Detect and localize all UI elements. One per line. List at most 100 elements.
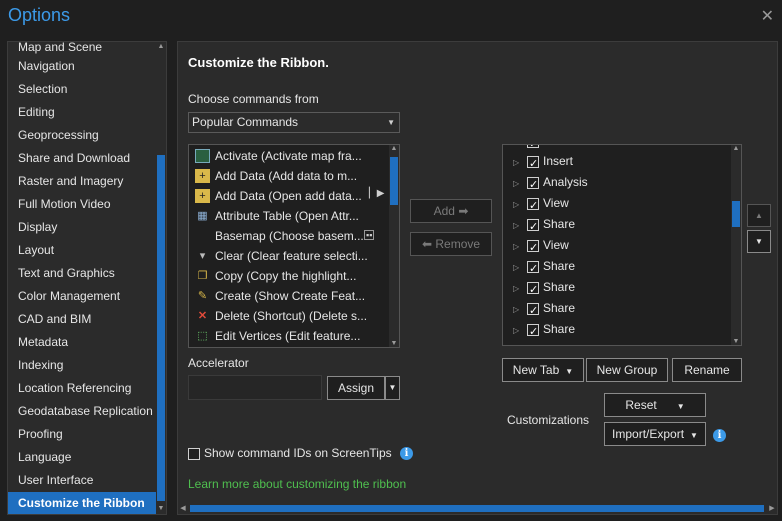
scroll-down-icon[interactable]: ▼ [156,504,166,514]
add-data-icon: + [195,168,210,183]
sidebar-item-user-interface[interactable]: User Interface [8,469,156,492]
checkbox[interactable] [527,238,539,259]
scroll-left-icon[interactable]: ◀ [178,503,188,514]
tree-item-analysis[interactable]: ▷Analysis [513,172,588,196]
sidebar-item-indexing[interactable]: Indexing [8,354,156,377]
list-item[interactable]: ✎ Create (Show Create Feat... [195,285,365,305]
checkbox[interactable] [527,301,539,322]
tree-item-share[interactable]: ▷Share [513,214,575,238]
sidebar-item-geodatabase-replication[interactable]: Geodatabase Replication [8,400,156,423]
tree-item-share[interactable]: ▷Share [513,256,575,280]
assign-dropdown-button[interactable]: ▼ [385,376,400,400]
checkbox[interactable] [527,175,539,196]
sidebar-item-editing[interactable]: Editing [8,101,156,124]
list-item[interactable]: Activate (Activate map fra... [195,145,365,165]
list-item[interactable]: + Add Data (Add data to m... [195,165,365,185]
reset-button[interactable]: Reset ▼ [604,393,706,417]
list-item[interactable]: ▦ Attribute Table (Open Attr... [195,205,365,225]
tree-item-share[interactable]: ▷Share [513,277,575,301]
tabs-scrollbar[interactable]: ▲ ▼ [731,145,741,345]
sidebar-item-display[interactable]: Display [8,216,156,239]
list-item[interactable]: Basemap (Choose basem... [195,225,365,245]
assign-button[interactable]: Assign [327,376,385,400]
learn-more-link[interactable]: Learn more about customizing the ribbon [188,477,406,491]
sidebar-item-share-and-download[interactable]: Share and Download [8,147,156,170]
scroll-right-icon[interactable]: ▶ [767,503,777,514]
sidebar-item-customize-the-ribbon[interactable]: Customize the Ribbon [8,492,156,514]
checkbox[interactable] [527,259,539,280]
rename-button[interactable]: Rename [672,358,742,382]
ribbon-tabs-tree[interactable]: ▷Insert ▷Analysis ▷View ▷Share ▷View ▷Sh… [502,144,742,346]
sidebar-item-language[interactable]: Language [8,446,156,469]
sidebar-item-navigation[interactable]: Navigation [8,55,156,78]
commands-scroll-thumb[interactable] [390,157,398,205]
customizations-label: Customizations [507,413,590,427]
sidebar-item-cad-and-bim[interactable]: CAD and BIM [8,308,156,331]
import-export-button[interactable]: Import/Export ▼ [604,422,706,446]
tree-item-view[interactable]: ▷View [513,235,569,259]
expand-icon[interactable]: ▷ [513,236,527,257]
expand-icon[interactable]: ▷ [513,299,527,320]
commands-list[interactable]: Activate (Activate map fra... + Add Data … [188,144,400,348]
sidebar-item-text-and-graphics[interactable]: Text and Graphics [8,262,156,285]
expand-icon[interactable]: ▷ [513,257,527,278]
sidebar-item-layout[interactable]: Layout [8,239,156,262]
scroll-down-icon[interactable]: ▼ [731,338,741,345]
tree-item-share[interactable]: ▷Share [513,298,575,322]
expand-icon[interactable]: ▷ [513,173,527,194]
checkbox[interactable] [527,343,539,345]
checkbox[interactable] [527,280,539,301]
expand-icon[interactable]: ▷ [513,320,527,341]
sidebar-item-location-referencing[interactable]: Location Referencing [8,377,156,400]
accelerator-input[interactable] [188,375,322,400]
checkbox[interactable] [527,154,539,175]
scroll-up-icon[interactable]: ▲ [731,145,741,152]
move-down-button[interactable]: ▼ [747,230,771,253]
add-data-icon: + [195,188,210,203]
new-tab-button[interactable]: New Tab ▼ [502,358,584,382]
expand-icon[interactable]: ▷ [513,215,527,236]
sidebar-item-metadata[interactable]: Metadata [8,331,156,354]
list-item[interactable]: ▾ Clear (Clear feature selecti... [195,245,368,265]
show-command-ids-checkbox[interactable] [188,447,200,460]
expand-icon[interactable]: ▷ [513,152,527,173]
sidebar-item-selection[interactable]: Selection [8,78,156,101]
choose-commands-dropdown[interactable]: Popular Commands ▼ [188,112,400,133]
sidebar-scroll-thumb[interactable] [157,155,165,501]
sidebar-scrollbar[interactable]: ▲ ▼ [156,42,166,514]
sidebar-item-full-motion-video[interactable]: Full Motion Video [8,193,156,216]
expand-icon[interactable]: ▷ [513,278,527,299]
list-item[interactable]: ⬚ Edit Vertices (Edit feature... [195,325,365,345]
new-group-button[interactable]: New Group [586,358,668,382]
add-button[interactable]: Add ➡ [410,199,492,223]
table-row[interactable] [513,340,543,345]
info-icon[interactable]: i [400,447,413,460]
panel-horizontal-scrollbar[interactable]: ◀ ▶ [178,503,777,514]
scroll-up-icon[interactable]: ▲ [389,145,399,152]
info-icon[interactable]: i [713,429,726,442]
list-item[interactable]: ✕ Delete (Shortcut) (Delete s... [195,305,367,325]
panel-scroll-thumb[interactable] [190,505,764,512]
tree-item-share[interactable]: ▷Share [513,319,575,343]
sidebar-item-geoprocessing[interactable]: Geoprocessing [8,124,156,147]
remove-button[interactable]: ⬅ Remove [410,232,492,256]
list-item[interactable]: + Add Data (Open add data... [195,185,365,205]
show-command-ids-option[interactable]: Show command IDs on ScreenTips [188,446,392,460]
sidebar-item-proofing[interactable]: Proofing [8,423,156,446]
checkbox[interactable] [527,145,539,155]
close-icon[interactable]: ✕ [761,6,774,26]
tree-item-insert[interactable]: ▷Insert [513,151,573,175]
tree-item-view[interactable]: ▷View [513,193,569,217]
scroll-up-icon[interactable]: ▲ [156,42,166,52]
expand-icon[interactable]: ▷ [513,194,527,215]
tabs-scroll-thumb[interactable] [732,201,740,227]
sidebar-item-color-management[interactable]: Color Management [8,285,156,308]
checkbox[interactable] [527,322,539,343]
move-up-button[interactable]: ▲ [747,204,771,227]
list-item[interactable]: ❐ Copy (Copy the highlight... [195,265,365,285]
checkbox[interactable] [527,217,539,238]
scroll-down-icon[interactable]: ▼ [389,340,399,347]
sidebar-item-raster-and-imagery[interactable]: Raster and Imagery [8,170,156,193]
commands-scrollbar[interactable]: ▲ ▼ [389,145,399,347]
checkbox[interactable] [527,196,539,217]
